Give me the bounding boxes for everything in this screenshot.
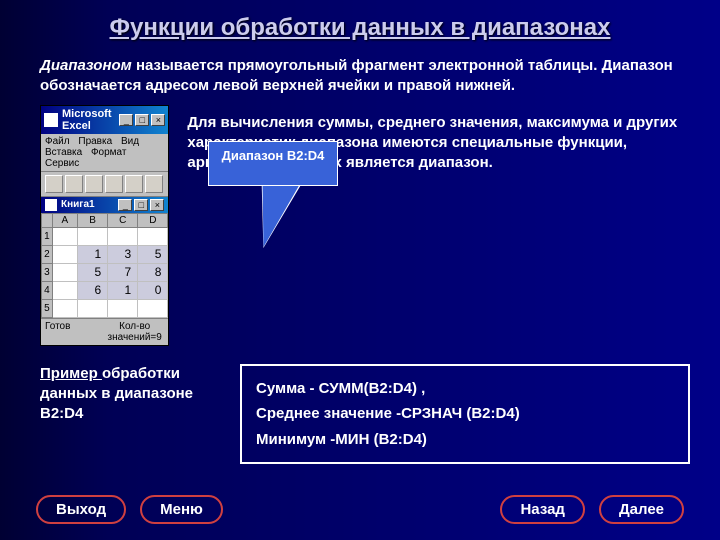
cell[interactable]: 0	[138, 281, 168, 299]
workbook-bar: Книга1 _ □ ×	[41, 197, 168, 213]
row-header[interactable]: 4	[42, 281, 53, 299]
menu-item[interactable]: Вид	[121, 136, 139, 147]
cell[interactable]	[52, 281, 77, 299]
menu-item[interactable]: Формат	[91, 147, 127, 158]
back-button[interactable]: Назад	[500, 495, 584, 524]
row-header[interactable]: 5	[42, 299, 53, 317]
toolbar-button[interactable]	[145, 175, 163, 193]
workbook-icon	[45, 199, 57, 211]
toolbar-button[interactable]	[105, 175, 123, 193]
app-icon	[44, 113, 58, 127]
toolbar-button[interactable]	[45, 175, 63, 193]
cell[interactable]	[78, 227, 108, 245]
cell[interactable]: 3	[108, 245, 138, 263]
status-bar: Готов Кол-во значений=9	[41, 318, 168, 345]
col-header[interactable]: C	[108, 213, 138, 227]
cell[interactable]: 7	[108, 263, 138, 281]
cell[interactable]	[52, 227, 77, 245]
cell[interactable]: 8	[138, 263, 168, 281]
status-count: Кол-во значений=9	[105, 321, 164, 343]
formula-avg: Среднее значение -СРЗНАЧ (B2:D4)	[256, 401, 674, 427]
cell[interactable]	[52, 263, 77, 281]
intro-text: Диапазоном называется прямоугольный фраг…	[0, 50, 720, 105]
cell[interactable]	[138, 227, 168, 245]
formula-min: Минимум -МИН (B2:D4)	[256, 427, 674, 453]
cell[interactable]: 5	[78, 263, 108, 281]
intro-term: Диапазоном	[40, 57, 132, 74]
example-label: Пример обработки данных в диапазоне B2:D…	[40, 364, 220, 425]
example-underline: Пример	[40, 365, 102, 382]
workbook-name: Книга1	[61, 199, 118, 210]
wb-close[interactable]: ×	[150, 199, 164, 211]
row-header[interactable]: 2	[42, 245, 53, 263]
nav-bar: Выход Меню Назад Далее	[0, 495, 720, 524]
close-button[interactable]: ×	[151, 114, 165, 126]
cell[interactable]	[52, 245, 77, 263]
toolbar-button[interactable]	[85, 175, 103, 193]
range-callout: Диапазон B2:D4	[208, 141, 338, 186]
cell[interactable]	[108, 299, 138, 317]
menu-item[interactable]: Вставка	[45, 147, 82, 158]
cell[interactable]: 1	[108, 281, 138, 299]
cell[interactable]	[108, 227, 138, 245]
maximize-button[interactable]: □	[135, 114, 149, 126]
menu-item[interactable]: Правка	[78, 136, 112, 147]
minimize-button[interactable]: _	[119, 114, 133, 126]
col-header[interactable]: B	[78, 213, 108, 227]
corner-cell[interactable]	[42, 213, 53, 227]
next-button[interactable]: Далее	[599, 495, 684, 524]
cell[interactable]: 1	[78, 245, 108, 263]
cell[interactable]	[138, 299, 168, 317]
status-ready: Готов	[45, 321, 105, 343]
menu-item[interactable]: Сервис	[45, 158, 79, 169]
row-header[interactable]: 3	[42, 263, 53, 281]
cell[interactable]: 5	[138, 245, 168, 263]
col-header[interactable]: A	[52, 213, 77, 227]
row-header[interactable]: 1	[42, 227, 53, 245]
wb-maximize[interactable]: □	[134, 199, 148, 211]
excel-screenshot: Microsoft Excel _ □ × Файл Правка Вид Вс…	[40, 105, 169, 346]
toolbar-button[interactable]	[65, 175, 83, 193]
formulas-box: Сумма - СУММ(B2:D4) , Среднее значение -…	[240, 364, 690, 465]
cell[interactable]: 6	[78, 281, 108, 299]
intro-rest: называется прямоугольный фрагмент электр…	[40, 57, 673, 94]
cell[interactable]	[78, 299, 108, 317]
exit-button[interactable]: Выход	[36, 495, 126, 524]
menu-bar: Файл Правка Вид Вставка Формат Сервис	[41, 134, 168, 172]
cell[interactable]	[52, 299, 77, 317]
menu-button[interactable]: Меню	[140, 495, 223, 524]
toolbar	[41, 172, 168, 197]
spreadsheet-grid[interactable]: A B C D 1 2135 3578 4610 5	[41, 213, 168, 318]
window-titlebar: Microsoft Excel _ □ ×	[41, 106, 168, 134]
menu-item[interactable]: Файл	[45, 136, 70, 147]
wb-minimize[interactable]: _	[118, 199, 132, 211]
col-header[interactable]: D	[138, 213, 168, 227]
app-title: Microsoft Excel	[62, 108, 119, 132]
formula-sum: Сумма - СУММ(B2:D4) ,	[256, 376, 674, 402]
page-title: Функции обработки данных в диапазонах	[0, 0, 720, 50]
toolbar-button[interactable]	[125, 175, 143, 193]
